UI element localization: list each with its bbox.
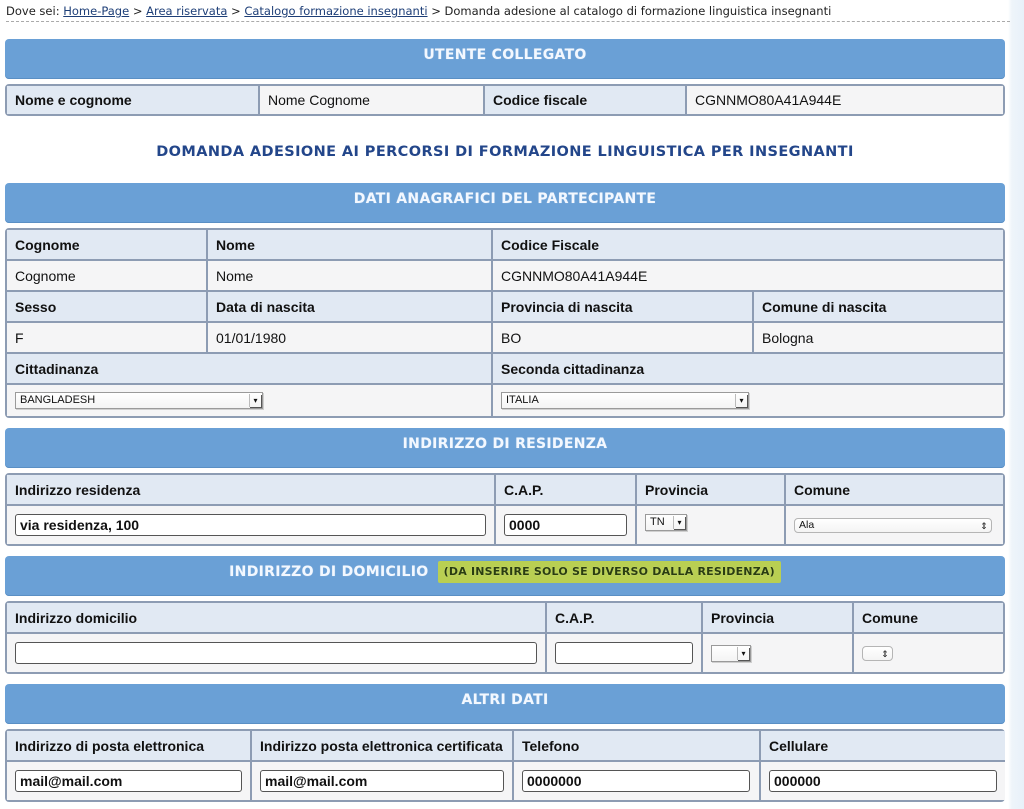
comune-residenza-selected: Ala	[799, 518, 815, 531]
cell-cittadinanza: BANGLADESH ▾	[7, 385, 491, 416]
cell-comune-residenza: Ala ⇕	[786, 506, 1003, 544]
label-provincia-domicilio: Provincia	[703, 603, 852, 632]
label-indirizzo-domicilio: Indirizzo domicilio	[7, 603, 545, 632]
label-cellulare: Cellulare	[761, 731, 1005, 760]
telefono-input[interactable]: 0000000	[522, 770, 750, 792]
label-cittadinanza: Cittadinanza	[7, 354, 491, 383]
seconda-cittadinanza-select[interactable]: ITALIA ▾	[501, 392, 749, 409]
seconda-cittadinanza-selected: ITALIA	[506, 394, 539, 406]
page-title: DOMANDA ADESIONE AI PERCORSI DI FORMAZIO…	[156, 144, 854, 160]
label-nome-cognome: Nome e cognome	[7, 86, 258, 114]
label-sesso: Sesso	[7, 292, 206, 321]
breadcrumb-link-catalogo[interactable]: Catalogo formazione insegnanti	[244, 4, 427, 18]
cell-indirizzo-residenza: via residenza, 100	[7, 506, 494, 544]
label-pec: Indirizzo posta elettronica certificata	[252, 731, 512, 760]
indirizzo-domicilio-input[interactable]	[15, 642, 537, 664]
comune-residenza-select[interactable]: Ala ⇕	[794, 517, 992, 533]
chevron-down-icon: ▾	[249, 394, 261, 407]
label-cognome: Cognome	[7, 230, 206, 259]
email-input[interactable]: mail@mail.com	[15, 770, 242, 792]
value-nome: Nome	[208, 261, 491, 290]
cell-email: mail@mail.com	[7, 762, 250, 800]
provincia-domicilio-select[interactable]: ▾	[711, 644, 751, 662]
label-provincia-residenza: Provincia	[637, 475, 784, 504]
label-telefono: Telefono	[514, 731, 759, 760]
altri-table: Indirizzo di posta elettronica Indirizzo…	[5, 729, 1005, 802]
cellulare-input[interactable]: 000000	[769, 770, 997, 792]
value-data-nascita: 01/01/1980	[208, 323, 491, 352]
provincia-residenza-selected: TN	[650, 516, 665, 528]
value-cognome: Cognome	[7, 261, 206, 290]
value-nome-cognome: Nome Cognome	[260, 86, 483, 114]
updown-arrows-icon: ⇕	[881, 648, 889, 659]
updown-arrows-icon: ⇕	[980, 520, 988, 531]
cell-provincia-residenza: TN ▾	[637, 506, 784, 544]
value-codice-fiscale-partecipante: CGNNMO80A41A944E	[493, 261, 1003, 290]
label-email: Indirizzo di posta elettronica	[7, 731, 250, 760]
label-codice-fiscale-partecipante: Codice Fiscale	[493, 230, 1003, 259]
section-header-altri: ALTRI DATI	[5, 684, 1005, 724]
domicilio-header-title: INDIRIZZO DI DOMICILIO	[229, 564, 429, 580]
label-comune-domicilio: Comune	[854, 603, 1003, 632]
domicilio-table: Indirizzo domicilio C.A.P. Provincia Com…	[5, 601, 1005, 674]
label-comune-nascita: Comune di nascita	[754, 292, 1003, 321]
chevron-down-icon: ▾	[737, 646, 749, 660]
section-header-anagrafica: DATI ANAGRAFICI DEL PARTECIPANTE	[5, 183, 1005, 223]
label-cap-domicilio: C.A.P.	[547, 603, 701, 632]
value-codice-fiscale: CGNNMO80A41A944E	[687, 86, 1003, 114]
label-nome: Nome	[208, 230, 491, 259]
chevron-down-icon: ▾	[735, 394, 747, 407]
label-data-nascita: Data di nascita	[208, 292, 491, 321]
provincia-residenza-select[interactable]: TN ▾	[645, 514, 687, 531]
pec-input[interactable]: mail@mail.com	[260, 770, 504, 792]
breadcrumb-prefix: Dove sei:	[6, 4, 60, 18]
label-indirizzo-residenza: Indirizzo residenza	[7, 475, 494, 504]
breadcrumb-current: Domanda adesione al catalogo di formazio…	[444, 4, 832, 18]
residenza-table: Indirizzo residenza C.A.P. Provincia Com…	[5, 473, 1005, 546]
chevron-down-icon: ▾	[673, 516, 685, 529]
utente-table: Nome e cognome Nome Cognome Codice fisca…	[5, 84, 1005, 116]
value-provincia-nascita: BO	[493, 323, 752, 352]
breadcrumb-link-area-riservata[interactable]: Area riservata	[146, 4, 227, 18]
label-provincia-nascita: Provincia di nascita	[493, 292, 752, 321]
cell-comune-domicilio: ⇕	[854, 634, 1003, 672]
section-header-utente: UTENTE COLLEGATO	[5, 39, 1005, 79]
value-sesso: F	[7, 323, 206, 352]
section-header-residenza: INDIRIZZO DI RESIDENZA	[5, 428, 1005, 468]
cell-cap-domicilio	[547, 634, 701, 672]
indirizzo-residenza-input[interactable]: via residenza, 100	[15, 514, 486, 536]
cap-residenza-input[interactable]: 0000	[504, 514, 627, 536]
breadcrumb-separator: >	[132, 4, 143, 18]
domicilio-note-badge: (DA INSERIRE SOLO SE DIVERSO DALLA RESID…	[437, 561, 781, 583]
breadcrumb-separator: >	[231, 4, 241, 18]
breadcrumb-link-home[interactable]: Home-Page	[63, 4, 129, 18]
comune-domicilio-select[interactable]: ⇕	[862, 645, 893, 661]
label-cap-residenza: C.A.P.	[496, 475, 635, 504]
cittadinanza-select[interactable]: BANGLADESH ▾	[15, 392, 263, 409]
value-comune-nascita: Bologna	[754, 323, 1003, 352]
cap-domicilio-input[interactable]	[555, 642, 693, 664]
cittadinanza-selected: BANGLADESH	[20, 394, 96, 406]
cell-seconda-cittadinanza: ITALIA ▾	[493, 385, 1003, 416]
cell-provincia-domicilio: ▾	[703, 634, 852, 672]
cell-telefono: 0000000	[514, 762, 759, 800]
label-seconda-cittadinanza: Seconda cittadinanza	[493, 354, 1003, 383]
cell-indirizzo-domicilio	[7, 634, 545, 672]
breadcrumb: Dove sei: Home-Page > Area riservata > C…	[6, 4, 1010, 22]
cell-cap-residenza: 0000	[496, 506, 635, 544]
label-codice-fiscale: Codice fiscale	[485, 86, 685, 114]
breadcrumb-separator: >	[431, 4, 441, 18]
section-header-domicilio: INDIRIZZO DI DOMICILIO (DA INSERIRE SOLO…	[5, 556, 1005, 596]
cell-cellulare: 000000	[761, 762, 1005, 800]
cell-pec: mail@mail.com	[252, 762, 512, 800]
anagrafica-table: Cognome Nome Codice Fiscale Cognome Nome…	[5, 228, 1005, 418]
label-comune-residenza: Comune	[786, 475, 1003, 504]
